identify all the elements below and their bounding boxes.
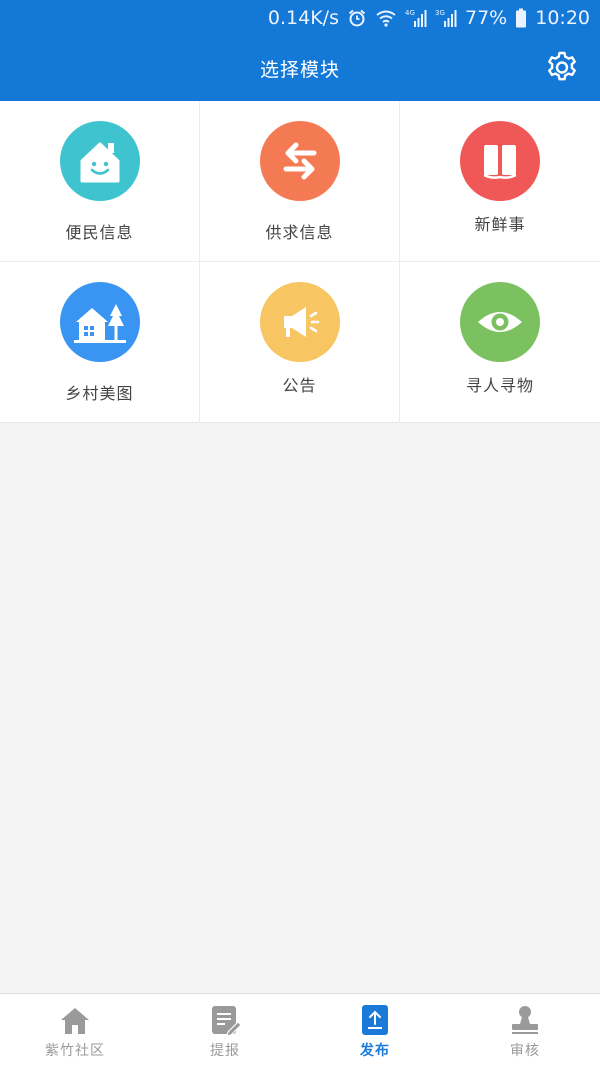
open-book-icon (460, 121, 540, 201)
module-lost-found[interactable]: 寻人寻物 (400, 262, 600, 423)
signal-3g-icon: 3G (435, 8, 457, 28)
upload-icon (359, 1004, 391, 1036)
module-village-photos[interactable]: 乡村美图 (0, 262, 200, 423)
app-header: 0.14K/s 4G 3G 77% 10:20 选择模块 (0, 0, 600, 101)
page-title: 选择模块 (259, 59, 340, 81)
tab-label: 审核 (510, 1043, 540, 1059)
module-label: 供求信息 (265, 223, 334, 242)
home-icon (59, 1004, 91, 1036)
tab-label: 发布 (360, 1043, 390, 1059)
stamp-icon (509, 1004, 541, 1036)
signal-4g-icon: 4G (405, 8, 427, 28)
eye-icon (460, 282, 540, 362)
wifi-icon (375, 9, 397, 27)
module-convenience-info[interactable]: 便民信息 (0, 101, 200, 262)
tab-label: 紫竹社区 (45, 1043, 105, 1059)
module-label: 寻人寻物 (465, 376, 534, 395)
battery-percent: 77% (465, 7, 508, 29)
alarm-icon (347, 8, 367, 28)
module-label: 乡村美图 (65, 384, 134, 403)
module-supply-demand[interactable]: 供求信息 (200, 101, 400, 262)
smiling-house-icon (59, 121, 140, 201)
swap-arrows-icon (259, 121, 340, 201)
megaphone-icon (259, 282, 340, 362)
status-bar: 0.14K/s 4G 3G 77% 10:20 (0, 0, 600, 36)
tab-publish[interactable]: 发布 (300, 994, 450, 1067)
bottom-navigation: 紫竹社区 提报 发布 审核 (0, 993, 600, 1067)
module-label: 新鲜事 (474, 215, 526, 234)
tab-community[interactable]: 紫竹社区 (0, 994, 150, 1067)
battery-icon (515, 8, 527, 28)
module-grid: 便民信息 供求信息 新鲜事 乡村美图 公告 寻人寻物 (0, 101, 600, 423)
village-house-icon (59, 282, 140, 362)
title-bar: 选择模块 (0, 36, 600, 101)
module-label: 便民信息 (65, 223, 134, 242)
module-label: 公告 (282, 376, 317, 395)
svg-text:4G: 4G (405, 9, 415, 17)
module-news[interactable]: 新鲜事 (400, 101, 600, 262)
svg-text:3G: 3G (435, 9, 445, 17)
tab-label: 提报 (210, 1043, 240, 1059)
clock: 10:20 (535, 7, 590, 29)
report-edit-icon (209, 1004, 241, 1036)
tab-report[interactable]: 提报 (150, 994, 300, 1067)
tab-review[interactable]: 审核 (450, 994, 600, 1067)
gear-icon (548, 51, 576, 81)
network-speed: 0.14K/s (267, 7, 339, 29)
settings-button[interactable] (544, 50, 580, 86)
module-announcement[interactable]: 公告 (200, 262, 400, 423)
